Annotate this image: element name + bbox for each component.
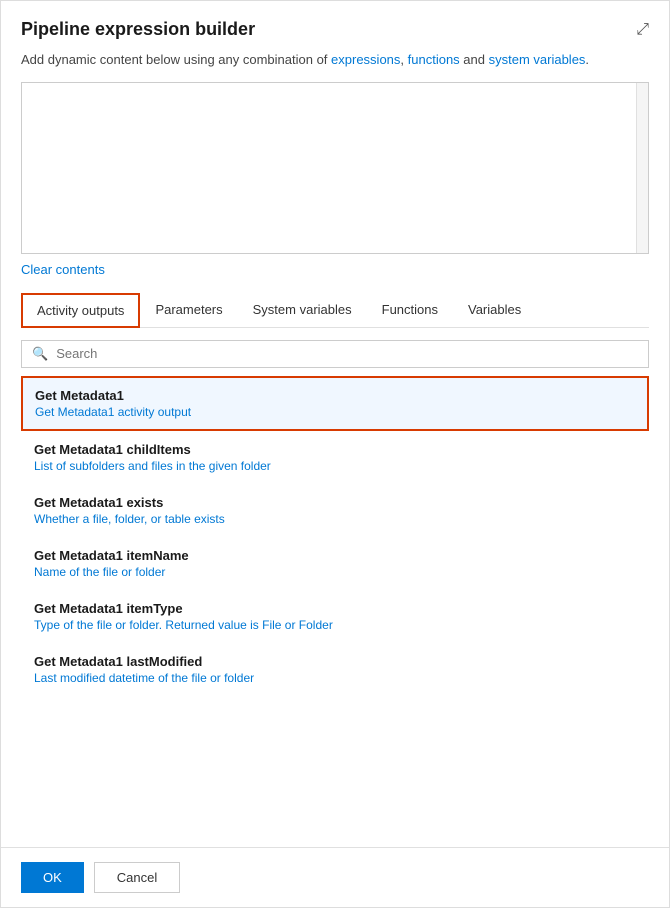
list-item[interactable]: Get Metadata1 itemType Type of the file o…: [21, 590, 649, 643]
list-item-title: Get Metadata1: [35, 388, 635, 403]
list-item-title: Get Metadata1 itemName: [34, 548, 636, 563]
list-item-title: Get Metadata1 lastModified: [34, 654, 636, 669]
list-item-subtitle: Last modified datetime of the file or fo…: [34, 671, 636, 685]
list-item[interactable]: Get Metadata1 lastModified Last modified …: [21, 643, 649, 696]
expression-editor-wrapper: [21, 82, 649, 254]
list-item-subtitle: Whether a file, folder, or table exists: [34, 512, 636, 526]
list-item[interactable]: Get Metadata1 itemName Name of the file o…: [21, 537, 649, 590]
tab-functions[interactable]: Functions: [367, 293, 453, 327]
tab-activity-outputs[interactable]: Activity outputs: [21, 293, 140, 328]
list-item[interactable]: Get Metadata1 Get Metadata1 activity outp…: [21, 376, 649, 431]
dialog-footer: OK Cancel: [1, 847, 669, 907]
tabs-container: Activity outputsParametersSystem variabl…: [21, 293, 649, 328]
scrollbar: [636, 83, 648, 253]
expressions-link[interactable]: expressions: [331, 52, 400, 67]
list-item[interactable]: Get Metadata1 childItems List of subfolde…: [21, 431, 649, 484]
subtitle-text-mid1: ,: [400, 52, 407, 67]
list-item-subtitle: Get Metadata1 activity output: [35, 405, 635, 419]
clear-contents-link[interactable]: Clear contents: [21, 262, 105, 277]
search-icon: 🔍: [32, 346, 48, 362]
cancel-button[interactable]: Cancel: [94, 862, 180, 893]
subtitle-text-after: .: [585, 52, 589, 67]
system-variables-link[interactable]: system variables: [489, 52, 586, 67]
subtitle-text-mid2: and: [460, 52, 489, 67]
functions-link[interactable]: functions: [408, 52, 460, 67]
ok-button[interactable]: OK: [21, 862, 84, 893]
search-input[interactable]: [56, 346, 638, 361]
list-item[interactable]: Get Metadata1 exists Whether a file, fold…: [21, 484, 649, 537]
tab-system-variables[interactable]: System variables: [238, 293, 367, 327]
list-item-title: Get Metadata1 exists: [34, 495, 636, 510]
dialog-title: Pipeline expression builder: [21, 19, 255, 40]
expand-icon[interactable]: ⤢: [636, 21, 649, 39]
dialog-header: Pipeline expression builder ⤢: [1, 1, 669, 50]
tab-variables[interactable]: Variables: [453, 293, 536, 327]
subtitle-text-before: Add dynamic content below using any comb…: [21, 52, 331, 67]
list-item-title: Get Metadata1 childItems: [34, 442, 636, 457]
tab-parameters[interactable]: Parameters: [140, 293, 237, 327]
list-item-title: Get Metadata1 itemType: [34, 601, 636, 616]
subtitle: Add dynamic content below using any comb…: [1, 50, 669, 82]
list-item-subtitle: Type of the file or folder. Returned val…: [34, 618, 636, 632]
list-item-subtitle: Name of the file or folder: [34, 565, 636, 579]
list-container: Get Metadata1 Get Metadata1 activity outp…: [21, 376, 649, 696]
list-item-subtitle: List of subfolders and files in the give…: [34, 459, 636, 473]
expression-textarea[interactable]: [22, 83, 648, 253]
search-container: 🔍: [21, 340, 649, 368]
